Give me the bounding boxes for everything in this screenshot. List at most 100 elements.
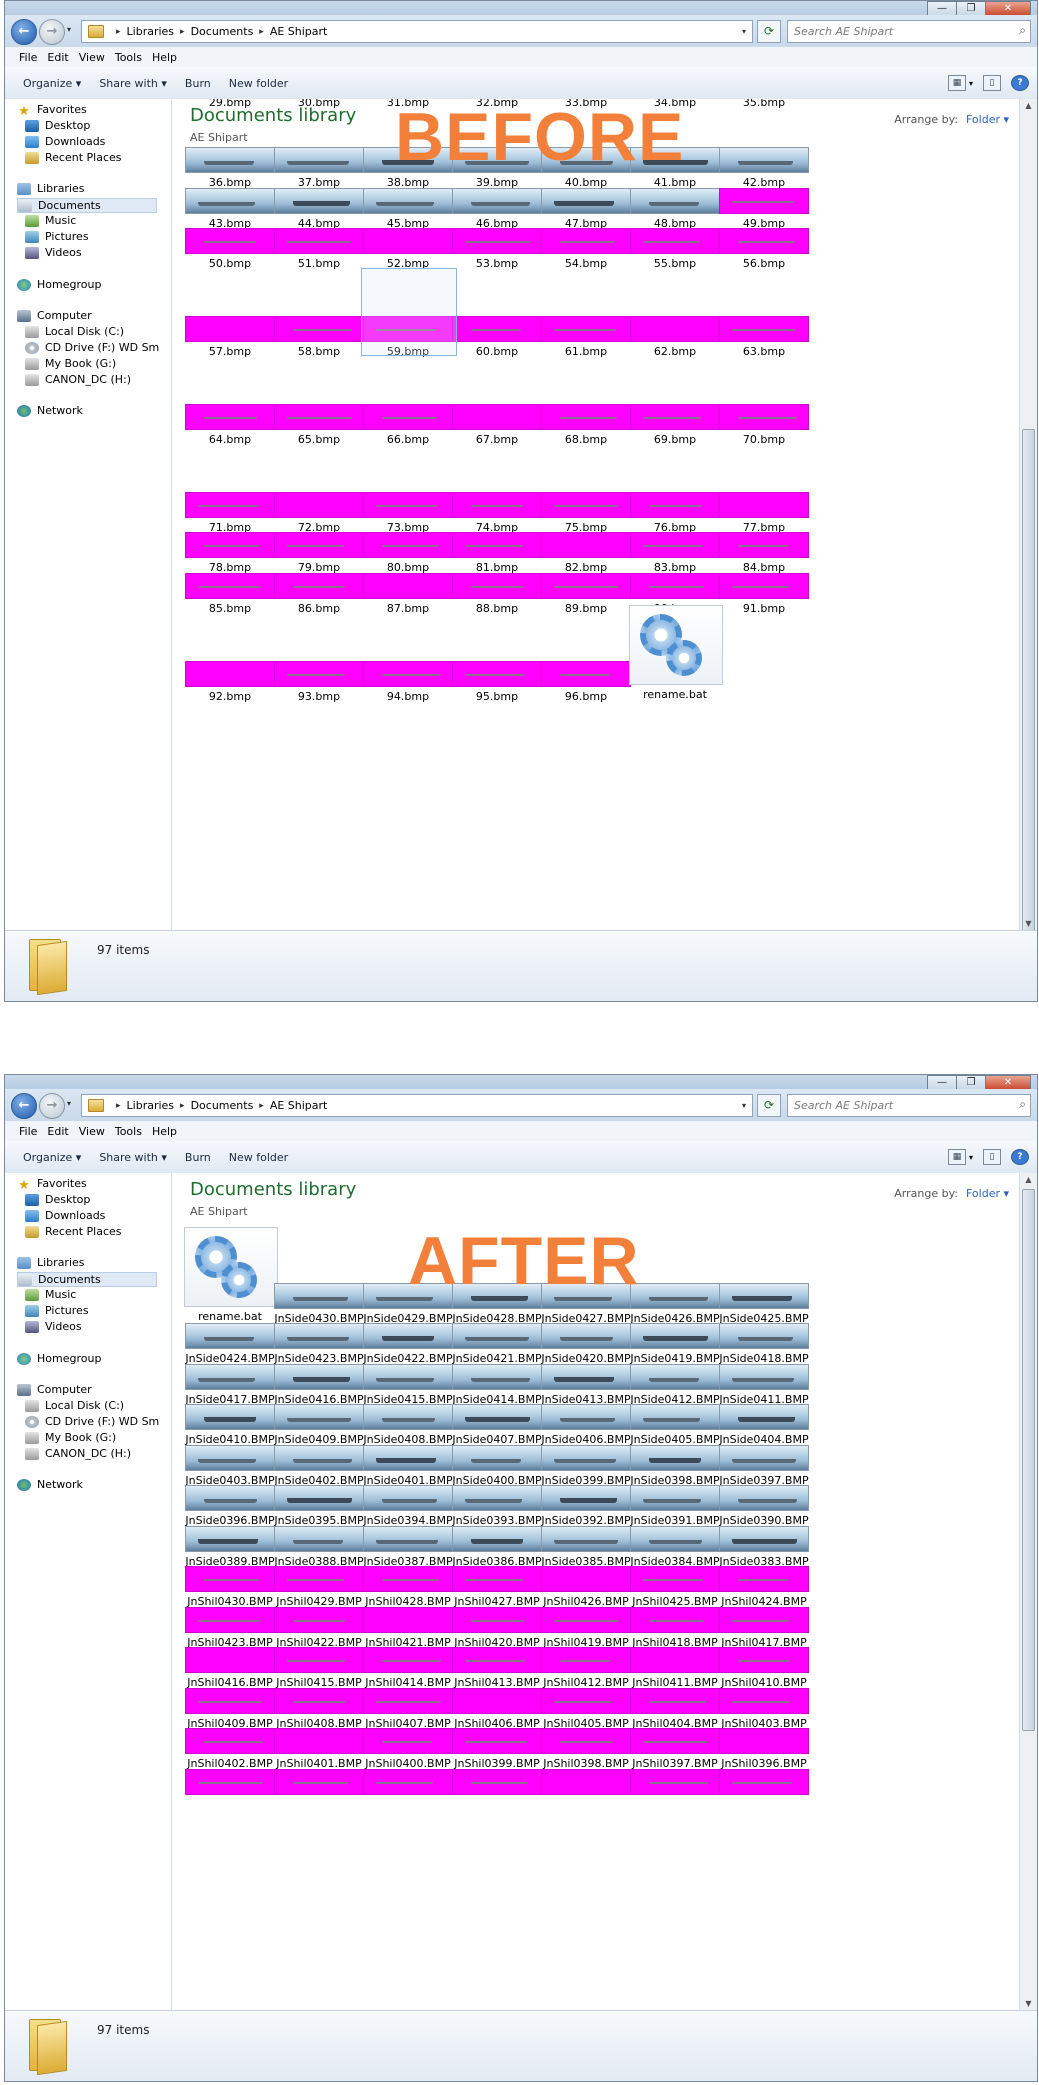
file-item[interactable] — [273, 1769, 365, 1798]
file-item[interactable]: 92.bmp — [184, 661, 276, 703]
file-item[interactable]: JnSide0404.BMP — [718, 1404, 810, 1446]
help-icon[interactable]: ? — [1011, 75, 1029, 91]
file-item[interactable]: 70.bmp — [718, 404, 810, 446]
file-item[interactable]: 76.bmp — [629, 492, 721, 534]
file-item[interactable]: 85.bmp — [184, 573, 276, 615]
file-item[interactable]: 58.bmp — [273, 316, 365, 358]
preview-pane-icon[interactable]: ▯ — [983, 75, 1001, 91]
breadcrumb-ae-shipart[interactable]: AE Shipart — [270, 1099, 328, 1112]
file-item[interactable]: JnShil0406.BMP — [451, 1688, 543, 1730]
nav-item-music[interactable]: Music — [25, 214, 76, 227]
view-dropdown-icon[interactable]: ▾ — [969, 79, 973, 88]
file-item[interactable]: JnSide0424.BMP — [184, 1323, 276, 1365]
file-item[interactable]: JnShil0407.BMP — [362, 1688, 454, 1730]
file-item[interactable]: JnShil0420.BMP — [451, 1607, 543, 1649]
menu-help[interactable]: Help — [152, 1125, 177, 1138]
address-field[interactable]: ▸ Libraries ▸ Documents ▸ AE Shipart ▾ — [81, 20, 753, 43]
forward-arrow-icon[interactable]: → — [39, 1093, 65, 1119]
file-item[interactable]: JnShil0417.BMP — [718, 1607, 810, 1649]
refresh-icon[interactable]: ⟳ — [757, 1094, 781, 1117]
file-item[interactable]: JnShil0402.BMP — [184, 1728, 276, 1770]
file-item[interactable]: 94.bmp — [362, 661, 454, 703]
nav-item-libraries[interactable]: Libraries — [17, 1256, 85, 1269]
menu-edit[interactable]: Edit — [47, 51, 68, 64]
search-input[interactable]: Search AE Shipart ⌕ — [787, 1094, 1031, 1117]
breadcrumb-documents[interactable]: Documents — [191, 1099, 254, 1112]
file-item[interactable]: JnShil0401.BMP — [273, 1728, 365, 1770]
nav-item-downloads[interactable]: Downloads — [25, 135, 105, 148]
file-item[interactable] — [184, 1769, 276, 1798]
file-item[interactable]: 52.bmp — [362, 228, 454, 270]
nav-item-videos[interactable]: Videos — [25, 1320, 82, 1333]
file-item[interactable]: 56.bmp — [718, 228, 810, 270]
file-item[interactable]: JnSide0420.BMP — [540, 1323, 632, 1365]
nav-item-canon-dc-h[interactable]: CANON_DC (H:) — [25, 1447, 131, 1460]
file-item[interactable]: 60.bmp — [451, 316, 543, 358]
file-item[interactable]: JnShil0412.BMP — [540, 1647, 632, 1689]
file-item[interactable]: 51.bmp — [273, 228, 365, 270]
burn-button[interactable]: Burn — [185, 77, 211, 90]
file-item[interactable]: 57.bmp — [184, 316, 276, 358]
scroll-up-icon[interactable]: ▲ — [1020, 1173, 1037, 1187]
file-item[interactable]: 74.bmp — [451, 492, 543, 534]
file-item[interactable]: JnSide0391.BMP — [629, 1485, 721, 1527]
nav-item-local-disk-c[interactable]: Local Disk (C:) — [25, 1399, 124, 1412]
scroll-down-icon[interactable]: ▼ — [1020, 1997, 1037, 2011]
breadcrumb-documents[interactable]: Documents — [191, 25, 254, 38]
file-item[interactable] — [629, 1769, 721, 1798]
share-with-button[interactable]: Share with ▾ — [99, 1151, 167, 1164]
file-item[interactable]: JnShil0408.BMP — [273, 1688, 365, 1730]
file-item[interactable]: JnShil0409.BMP — [184, 1688, 276, 1730]
file-item[interactable]: JnSide0386.BMP — [451, 1526, 543, 1568]
file-item[interactable]: JnShil0399.BMP — [451, 1728, 543, 1770]
refresh-icon[interactable]: ⟳ — [757, 20, 781, 43]
file-item[interactable]: JnShil0424.BMP — [718, 1566, 810, 1608]
view-options-icon[interactable]: ▦ — [947, 75, 966, 91]
arrange-by-dropdown[interactable]: Folder ▾ — [966, 1187, 1009, 1200]
nav-item-my-book-g[interactable]: My Book (G:) — [25, 357, 116, 370]
file-item[interactable] — [451, 1769, 543, 1798]
file-item[interactable]: JnShil0418.BMP — [629, 1607, 721, 1649]
file-item[interactable]: 37.bmp — [273, 147, 365, 189]
chevron-right-icon[interactable]: ▸ — [259, 27, 264, 37]
file-item[interactable]: 68.bmp — [540, 404, 632, 446]
file-item[interactable]: JnShil0403.BMP — [718, 1688, 810, 1730]
nav-item-pictures[interactable]: Pictures — [25, 230, 89, 243]
file-item[interactable]: 87.bmp — [362, 573, 454, 615]
file-item[interactable]: JnSide0422.BMP — [362, 1323, 454, 1365]
nav-item-my-book-g[interactable]: My Book (G:) — [25, 1431, 116, 1444]
file-item[interactable]: JnShil0430.BMP — [184, 1566, 276, 1608]
file-item[interactable]: JnSide0398.BMP — [629, 1445, 721, 1487]
menu-tools[interactable]: Tools — [115, 1125, 142, 1138]
scroll-thumb[interactable] — [1022, 429, 1035, 951]
file-item[interactable]: 65.bmp — [273, 404, 365, 446]
menu-file[interactable]: File — [19, 51, 37, 64]
history-dropdown-icon[interactable]: ▾ — [67, 1099, 71, 1108]
preview-pane-icon[interactable]: ▯ — [983, 1149, 1001, 1165]
nav-item-documents[interactable]: Documents — [17, 198, 157, 213]
file-item[interactable]: JnSide0401.BMP — [362, 1445, 454, 1487]
file-item[interactable]: JnSide0383.BMP — [718, 1526, 810, 1568]
breadcrumb-libraries[interactable]: Libraries — [127, 25, 175, 38]
file-item[interactable]: 84.bmp — [718, 532, 810, 574]
file-item[interactable]: JnShil0404.BMP — [629, 1688, 721, 1730]
file-item[interactable]: JnShil0427.BMP — [451, 1566, 543, 1608]
file-item[interactable] — [718, 1769, 810, 1798]
file-item[interactable]: JnSide0405.BMP — [629, 1404, 721, 1446]
nav-item-favorites[interactable]: ★ Favorites — [17, 103, 87, 119]
file-item[interactable]: JnSide0387.BMP — [362, 1526, 454, 1568]
file-item[interactable]: 46.bmp — [451, 188, 543, 230]
file-item[interactable]: 47.bmp — [540, 188, 632, 230]
file-item[interactable]: JnSide0425.BMP — [718, 1283, 810, 1325]
nav-item-desktop[interactable]: Desktop — [25, 1193, 90, 1206]
file-item[interactable]: 79.bmp — [273, 532, 365, 574]
file-item[interactable]: 55.bmp — [629, 228, 721, 270]
file-item[interactable]: JnSide0395.BMP — [273, 1485, 365, 1527]
file-item[interactable] — [362, 1769, 454, 1798]
menu-help[interactable]: Help — [152, 51, 177, 64]
file-item[interactable]: JnSide0389.BMP — [184, 1526, 276, 1568]
file-item[interactable]: 49.bmp — [718, 188, 810, 230]
file-item[interactable]: JnShil0397.BMP — [629, 1728, 721, 1770]
file-item[interactable]: JnSide0402.BMP — [273, 1445, 365, 1487]
file-item[interactable]: JnShil0413.BMP — [451, 1647, 543, 1689]
